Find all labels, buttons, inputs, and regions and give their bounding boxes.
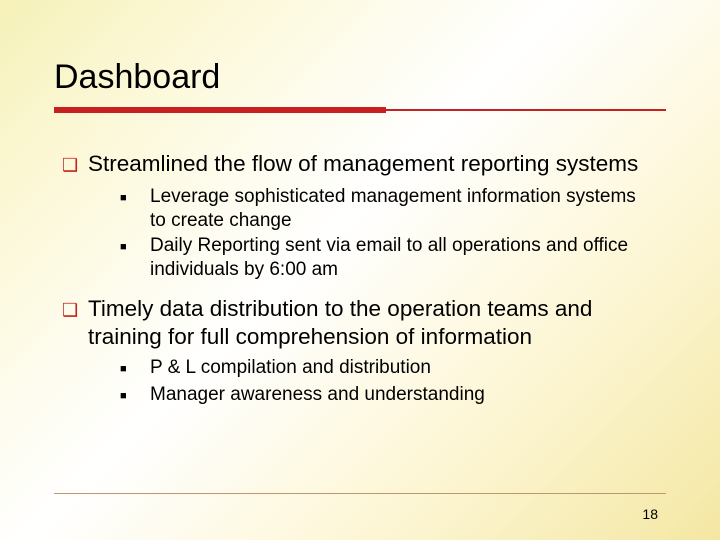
bullet-text: Streamlined the flow of management repor… — [88, 150, 638, 177]
title-block: Dashboard — [54, 58, 666, 113]
bullet-text: Timely data distribution to the operatio… — [88, 295, 656, 350]
square-bullet-icon: ■ — [120, 356, 150, 381]
square-open-bullet-icon: ❑ — [62, 150, 88, 179]
content-area: ❑ Streamlined the flow of management rep… — [62, 150, 656, 422]
page-number: 18 — [642, 506, 658, 522]
sub-bullet-group: ■ Leverage sophisticated management info… — [120, 185, 656, 281]
sub-bullet-text: Leverage sophisticated management inform… — [150, 185, 656, 232]
title-rule — [54, 107, 666, 113]
bullet-lvl2: ■ Leverage sophisticated management info… — [120, 185, 656, 232]
bullet-lvl2: ■ P & L compilation and distribution — [120, 356, 656, 381]
bullet-lvl1: ❑ Streamlined the flow of management rep… — [62, 150, 656, 179]
square-bullet-icon: ■ — [120, 185, 150, 210]
slide-title: Dashboard — [54, 58, 666, 97]
square-bullet-icon: ■ — [120, 383, 150, 408]
square-bullet-icon: ■ — [120, 234, 150, 259]
sub-bullet-text: Daily Reporting sent via email to all op… — [150, 234, 656, 281]
bullet-lvl2: ■ Daily Reporting sent via email to all … — [120, 234, 656, 281]
sub-bullet-text: P & L compilation and distribution — [150, 356, 431, 380]
bullet-lvl1: ❑ Timely data distribution to the operat… — [62, 295, 656, 350]
square-open-bullet-icon: ❑ — [62, 295, 88, 324]
footer-rule — [54, 493, 666, 494]
slide: Dashboard ❑ Streamlined the flow of mana… — [0, 0, 720, 540]
sub-bullet-text: Manager awareness and understanding — [150, 383, 485, 407]
bullet-lvl2: ■ Manager awareness and understanding — [120, 383, 656, 408]
sub-bullet-group: ■ P & L compilation and distribution ■ M… — [120, 356, 656, 408]
